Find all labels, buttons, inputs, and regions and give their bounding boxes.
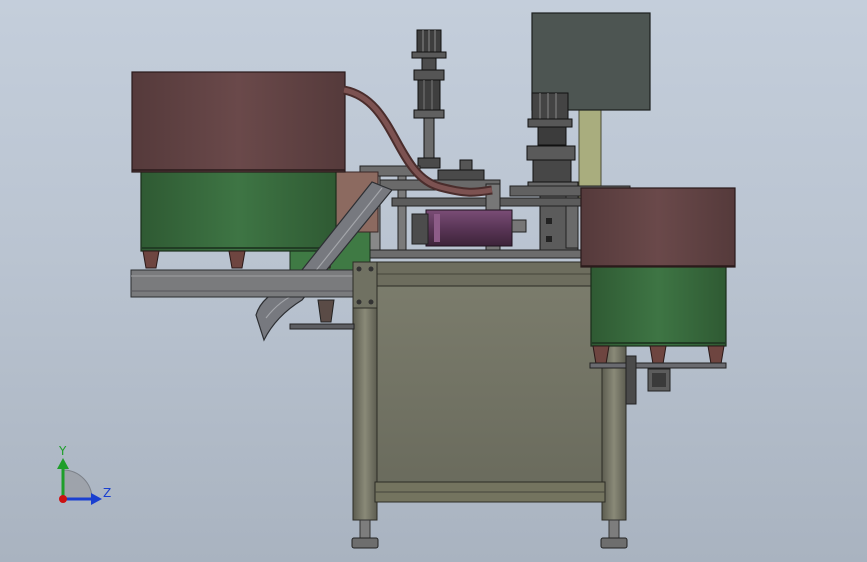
drive-motor [411, 209, 527, 247]
center-spindle-tower [411, 29, 485, 181]
frame-back-panel [371, 281, 605, 488]
left-feeder-base [140, 168, 337, 252]
z-axis-label: Z [103, 486, 111, 500]
machine-assembly-drawing: Y Z [57, 12, 736, 549]
left-hopper [131, 71, 346, 173]
right-feeder-shelf [589, 362, 727, 369]
right-foot-2 [649, 345, 667, 365]
triad-origin [59, 495, 67, 503]
left-foot-1 [142, 250, 160, 269]
right-foot-1 [592, 345, 610, 365]
left-foot-stem [359, 519, 371, 539]
right-cylinder-tower [526, 92, 579, 253]
right-hopper [580, 187, 736, 268]
y-axis-label: Y [58, 444, 67, 458]
coordinate-triad: Y Z [57, 444, 111, 505]
left-foot-pad [351, 537, 379, 549]
left-foot-2 [228, 250, 246, 269]
support-column [578, 107, 602, 199]
right-foot-pad [600, 537, 628, 549]
right-foot-stem [608, 519, 620, 539]
triad-plane [62, 469, 93, 500]
cad-viewport[interactable]: Y Z [0, 0, 867, 562]
feed-beam [130, 269, 378, 298]
right-feeder-base [590, 263, 727, 347]
right-foot-3 [707, 345, 725, 365]
main-frame [351, 261, 628, 549]
